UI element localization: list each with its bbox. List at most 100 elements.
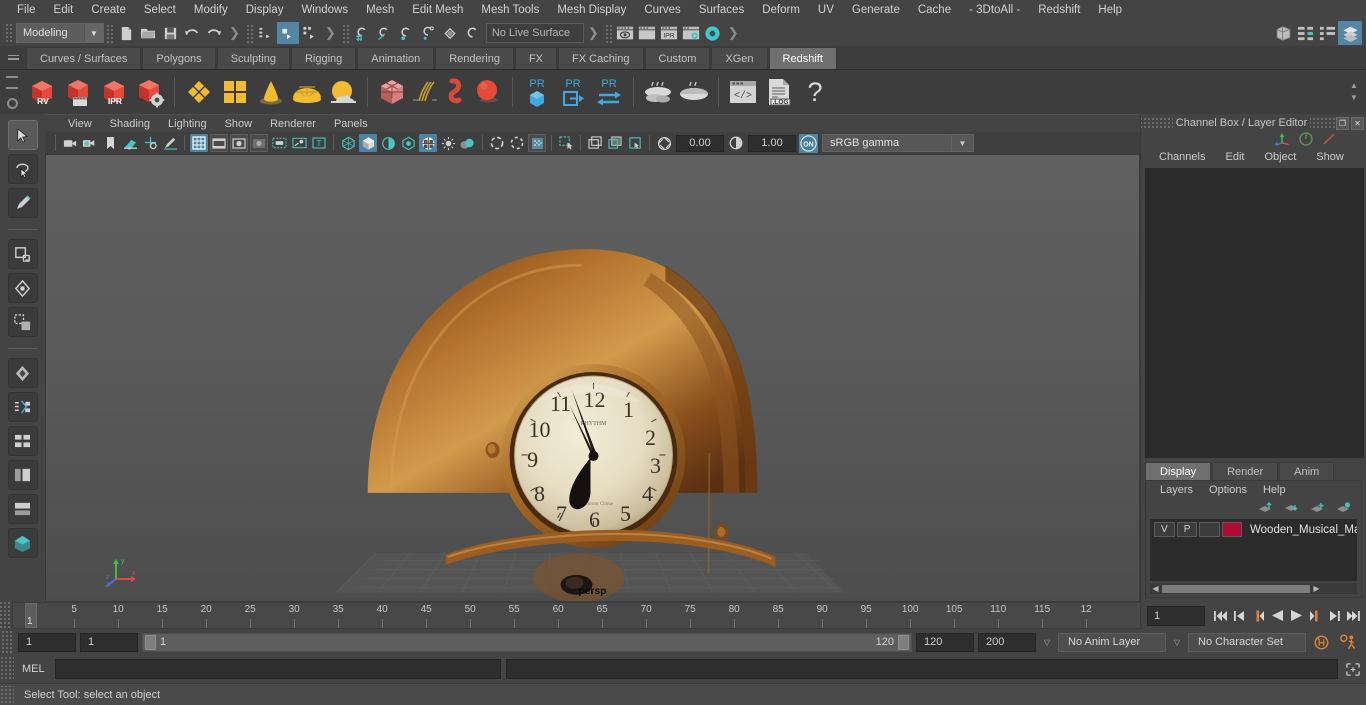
select-by-component-icon[interactable] xyxy=(299,22,321,44)
menu-file[interactable]: File xyxy=(8,0,45,20)
channel-box-grip-right[interactable] xyxy=(1310,116,1336,130)
last-tool-used-icon[interactable] xyxy=(7,358,38,388)
xray-active-components-icon[interactable] xyxy=(626,134,644,152)
play-forwards-icon[interactable] xyxy=(1287,606,1305,626)
range-end-handle[interactable] xyxy=(898,634,909,650)
layer-playback-toggle[interactable]: P xyxy=(1176,522,1198,537)
scale-tool-icon[interactable] xyxy=(7,307,38,337)
shelf-tab-redshift[interactable]: Redshift xyxy=(768,47,837,69)
status-collapse-4-icon[interactable]: ❯ xyxy=(724,25,743,41)
status-collapse-3-icon[interactable]: ❯ xyxy=(584,25,603,41)
layer-menu-help[interactable]: Help xyxy=(1255,484,1294,496)
menu-uv[interactable]: UV xyxy=(809,0,843,20)
redshift-ipr-icon[interactable]: IPR xyxy=(96,72,132,112)
command-input[interactable] xyxy=(54,659,501,679)
shelf-tab-rendering[interactable]: Rendering xyxy=(435,47,514,69)
layer-menu-options[interactable]: Options xyxy=(1201,484,1255,496)
new-scene-icon[interactable] xyxy=(115,22,137,44)
redshift-render-sequence-icon[interactable] xyxy=(60,72,96,112)
menu-help[interactable]: Help xyxy=(1089,0,1131,20)
channel-box-menu-object[interactable]: Object xyxy=(1254,151,1306,163)
xray-joints-display-icon[interactable] xyxy=(606,134,624,152)
anim-layer-chevron-down-icon[interactable]: ▽ xyxy=(1040,638,1054,647)
menu-generate[interactable]: Generate xyxy=(843,0,909,20)
wireframe-shading-icon[interactable] xyxy=(339,134,357,152)
animation-end-time-field[interactable]: 200 xyxy=(978,632,1036,652)
camera-attributes-icon[interactable] xyxy=(81,134,99,152)
new-layer-icon[interactable] xyxy=(1310,502,1325,514)
step-back-keyframe-icon[interactable] xyxy=(1230,606,1248,626)
film-gate-icon[interactable] xyxy=(210,134,228,152)
menu-deform[interactable]: Deform xyxy=(753,0,809,20)
menu-mesh[interactable]: Mesh xyxy=(357,0,403,20)
snap-to-view-plane-icon[interactable] xyxy=(461,22,483,44)
layer-list[interactable]: V P Wooden_Musical_Mar xyxy=(1150,519,1357,581)
color-management-toggle-icon[interactable]: ON xyxy=(799,133,818,153)
snap-to-grid-icon[interactable] xyxy=(351,22,373,44)
move-manipulator-icon[interactable] xyxy=(1274,132,1290,146)
current-frame-field[interactable]: 1 xyxy=(1147,605,1205,626)
play-backwards-icon[interactable] xyxy=(1268,606,1286,626)
redshift-sphere-light-icon[interactable] xyxy=(470,72,506,112)
layer-color-swatch[interactable] xyxy=(1222,522,1242,537)
time-slider-grip[interactable] xyxy=(0,602,12,629)
menu-redshift[interactable]: Redshift xyxy=(1029,0,1089,20)
select-tool-icon[interactable] xyxy=(7,120,38,150)
go-to-start-icon[interactable] xyxy=(1211,606,1229,626)
anim-layer-select[interactable]: No Anim Layer xyxy=(1058,632,1166,652)
screen-space-ao-icon[interactable] xyxy=(488,134,506,152)
menu-edit[interactable]: Edit xyxy=(45,0,83,20)
shelf-tab-xgen[interactable]: XGen xyxy=(711,47,768,69)
viewport-menu-renderer[interactable]: Renderer xyxy=(261,115,325,133)
use-all-lights-icon[interactable] xyxy=(439,134,457,152)
redshift-material-blender-icon[interactable] xyxy=(217,72,253,112)
layer-tab-anim[interactable]: Anim xyxy=(1279,462,1335,480)
channel-box-grip-left[interactable] xyxy=(1141,116,1173,130)
menu-display[interactable]: Display xyxy=(237,0,293,20)
persp-graph-layout-icon[interactable] xyxy=(7,494,38,524)
status-collapse-1-icon[interactable]: ❯ xyxy=(225,25,244,41)
snap-to-projected-center-icon[interactable] xyxy=(417,22,439,44)
restore-icon[interactable]: ❐ xyxy=(1336,116,1349,130)
snap-to-curve-icon[interactable] xyxy=(373,22,395,44)
channel-box-menu-edit[interactable]: Edit xyxy=(1215,151,1254,163)
playback-end-time-field[interactable]: 120 xyxy=(916,632,974,652)
menu-create[interactable]: Create xyxy=(82,0,135,20)
shadows-icon[interactable] xyxy=(459,134,477,152)
redshift-pr-object-icon[interactable]: PR xyxy=(519,72,555,112)
menu-mesh-display[interactable]: Mesh Display xyxy=(548,0,635,20)
motion-blur-icon[interactable] xyxy=(508,134,526,152)
grid-toggle-icon[interactable] xyxy=(190,134,208,152)
character-set-chevron-down-icon[interactable]: ▽ xyxy=(1170,638,1184,647)
move-layer-up-icon[interactable] xyxy=(1258,502,1273,514)
channel-box-attribute-list[interactable] xyxy=(1145,168,1364,458)
menu-set-selector[interactable]: Modeling ▼ xyxy=(16,23,104,43)
rotate-manipulator-icon[interactable] xyxy=(1299,132,1313,146)
rotate-tool-icon[interactable] xyxy=(7,273,38,303)
exposure-icon[interactable] xyxy=(655,134,673,152)
select-camera-icon[interactable] xyxy=(61,134,79,152)
redshift-volume-icon[interactable] xyxy=(440,72,470,112)
image-plane-icon[interactable] xyxy=(121,134,139,152)
smooth-shade-all-icon[interactable] xyxy=(359,134,377,152)
layer-visibility-toggle[interactable]: V xyxy=(1154,522,1175,537)
viewport-menu-show[interactable]: Show xyxy=(216,115,262,133)
four-view-layout-icon[interactable] xyxy=(7,426,38,456)
command-output-field[interactable] xyxy=(505,659,1338,679)
render-region-icon[interactable] xyxy=(636,22,658,44)
auto-keyframe-icon[interactable] xyxy=(1310,632,1332,652)
make-live-icon[interactable] xyxy=(439,22,461,44)
menu-curves[interactable]: Curves xyxy=(635,0,689,20)
channel-box-menu-channels[interactable]: Channels xyxy=(1149,151,1215,163)
grease-pencil-icon[interactable] xyxy=(161,134,179,152)
render-settings-icon[interactable] xyxy=(680,22,702,44)
layer-scroll-right-icon[interactable]: ▶ xyxy=(1311,584,1322,593)
gamma-field[interactable]: 1.00 xyxy=(748,134,796,152)
bookmark-icon[interactable] xyxy=(101,134,119,152)
menu-select[interactable]: Select xyxy=(135,0,185,20)
layer-scroll-thumb[interactable] xyxy=(1162,584,1310,593)
exposure-field[interactable]: 0.00 xyxy=(676,134,724,152)
menu-cache[interactable]: Cache xyxy=(909,0,960,20)
snap-to-point-icon[interactable] xyxy=(395,22,417,44)
animation-start-time-field[interactable]: 1 xyxy=(18,632,76,652)
